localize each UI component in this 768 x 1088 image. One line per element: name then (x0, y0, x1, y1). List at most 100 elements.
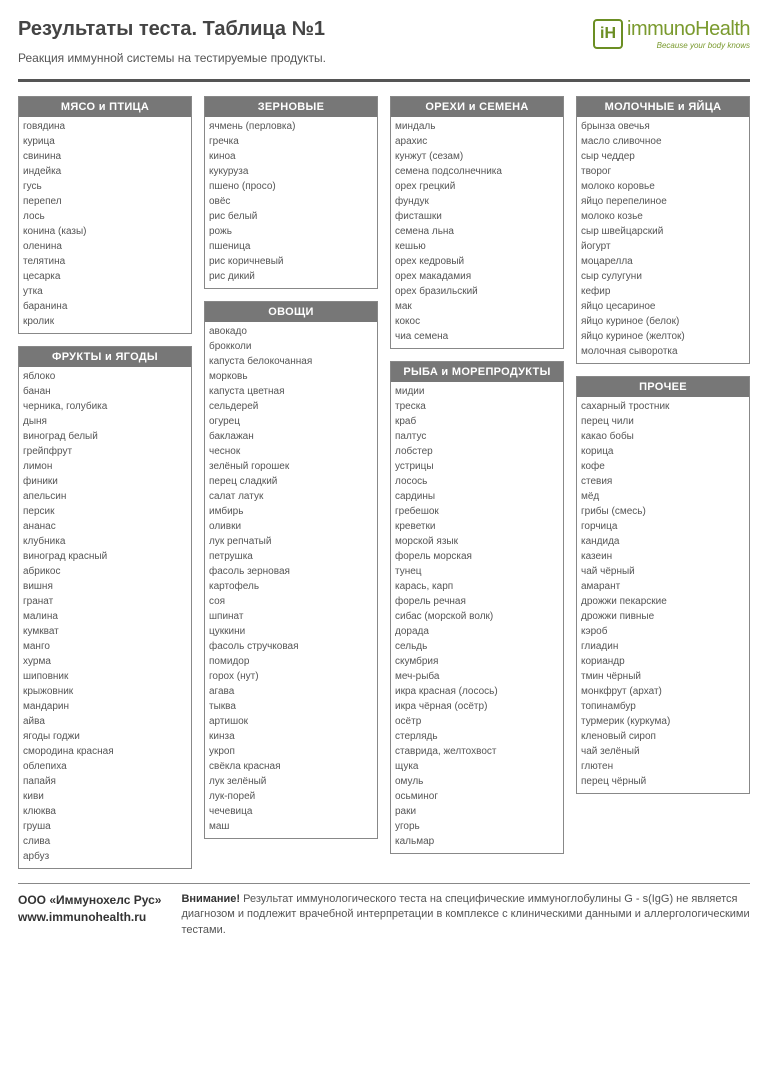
category-dairy: МОЛОЧНЫЕ и ЯЙЦА брынза овечьямасло сливо… (576, 96, 750, 364)
list-item: лук репчатый (209, 534, 373, 549)
list-item: черника, голубика (23, 399, 187, 414)
list-item: арахис (395, 134, 559, 149)
list-item: перепел (23, 194, 187, 209)
list-item: морковь (209, 369, 373, 384)
list-item: слива (23, 834, 187, 849)
list-item: баклажан (209, 429, 373, 444)
column-3: ОРЕХИ и СЕМЕНА миндальарахискунжут (сеза… (390, 96, 564, 869)
column-1: МЯСО и ПТИЦА говядинакурицасвининаиндейк… (18, 96, 192, 869)
list-item: осётр (395, 714, 559, 729)
list-item: корица (581, 444, 745, 459)
list-item: авокадо (209, 324, 373, 339)
list-item: кленовый сироп (581, 729, 745, 744)
list-item: брынза овечья (581, 119, 745, 134)
list-item: банан (23, 384, 187, 399)
logo: iH immunoHealth Because your body knows (593, 18, 750, 50)
list-item: зелёный горошек (209, 459, 373, 474)
list-item: орех грецкий (395, 179, 559, 194)
list-item: арбуз (23, 849, 187, 864)
list-item: гранат (23, 594, 187, 609)
category-body: брынза овечьямасло сливочноесыр чеддертв… (577, 117, 749, 363)
list-item: осьминог (395, 789, 559, 804)
list-item: кешью (395, 239, 559, 254)
list-item: виноград белый (23, 429, 187, 444)
list-item: устрицы (395, 459, 559, 474)
list-item: крыжовник (23, 684, 187, 699)
list-item: молоко коровье (581, 179, 745, 194)
list-item: курица (23, 134, 187, 149)
list-item: кинза (209, 729, 373, 744)
list-item: ставрида, желтохвост (395, 744, 559, 759)
list-item: семена льна (395, 224, 559, 239)
list-item: ананас (23, 519, 187, 534)
list-item: сельдерей (209, 399, 373, 414)
column-2: ЗЕРНОВЫЕ ячмень (перловка)гречкакиноакук… (204, 96, 378, 869)
list-item: агава (209, 684, 373, 699)
company-name: ООО «Иммунохелс Рус» (18, 893, 161, 907)
list-item: мак (395, 299, 559, 314)
list-item: облепиха (23, 759, 187, 774)
category-grains: ЗЕРНОВЫЕ ячмень (перловка)гречкакиноакук… (204, 96, 378, 289)
list-item: сыр швейцарский (581, 224, 745, 239)
list-item: маш (209, 819, 373, 834)
company-website: www.immunohealth.ru (18, 910, 146, 924)
list-item: конина (казы) (23, 224, 187, 239)
category-header: ПРОЧЕЕ (577, 377, 749, 397)
list-item: соя (209, 594, 373, 609)
list-item: смородина красная (23, 744, 187, 759)
category-veg: ОВОЩИ авокадоброкколикапуста белокочанна… (204, 301, 378, 839)
list-item: гребешок (395, 504, 559, 519)
list-item: кориандр (581, 654, 745, 669)
list-item: омуль (395, 774, 559, 789)
list-item: индейка (23, 164, 187, 179)
list-item: дрожжи пекарские (581, 594, 745, 609)
list-item: петрушка (209, 549, 373, 564)
list-item: рис коричневый (209, 254, 373, 269)
category-body: ячмень (перловка)гречкакиноакукурузапшен… (205, 117, 377, 288)
list-item: капуста цветная (209, 384, 373, 399)
list-item: дыня (23, 414, 187, 429)
list-item: лосось (395, 474, 559, 489)
list-item: творог (581, 164, 745, 179)
list-item: яйцо куриное (белок) (581, 314, 745, 329)
list-item: говядина (23, 119, 187, 134)
list-item: горох (нут) (209, 669, 373, 684)
list-item: чай чёрный (581, 564, 745, 579)
list-item: манго (23, 639, 187, 654)
category-header: ОРЕХИ и СЕМЕНА (391, 97, 563, 117)
category-body: яблокобананчерника, голубикадынявиноград… (19, 367, 191, 868)
category-body: миндальарахискунжут (сезам)семена подсол… (391, 117, 563, 348)
list-item: лось (23, 209, 187, 224)
list-item: лук зелёный (209, 774, 373, 789)
list-item: турмерик (куркума) (581, 714, 745, 729)
list-item: яйцо цесариное (581, 299, 745, 314)
list-item: оливки (209, 519, 373, 534)
footer-company: ООО «Иммунохелс Рус» www.immunohealth.ru (18, 892, 161, 938)
list-item: клубника (23, 534, 187, 549)
list-item: фасоль стручковая (209, 639, 373, 654)
list-item: абрикос (23, 564, 187, 579)
list-item: миндаль (395, 119, 559, 134)
list-item: укроп (209, 744, 373, 759)
category-fish: РЫБА и МОРЕПРОДУКТЫ мидиитрескакрабпалту… (390, 361, 564, 854)
list-item: щука (395, 759, 559, 774)
list-item: помидор (209, 654, 373, 669)
list-item: меч-рыба (395, 669, 559, 684)
footer-warning: Внимание! Результат иммунологического те… (181, 892, 750, 938)
page-title: Результаты теста. Таблица №1 (18, 18, 326, 41)
list-item: кефир (581, 284, 745, 299)
list-item: яблоко (23, 369, 187, 384)
list-item: кофе (581, 459, 745, 474)
category-header: ФРУКТЫ и ЯГОДЫ (19, 347, 191, 367)
logo-text: immunoHealth Because your body knows (627, 18, 750, 50)
category-header: МОЛОЧНЫЕ и ЯЙЦА (577, 97, 749, 117)
list-item: пшено (просо) (209, 179, 373, 194)
list-item: фасоль зерновая (209, 564, 373, 579)
list-item: рис дикий (209, 269, 373, 284)
list-item: кальмар (395, 834, 559, 849)
list-item: кокос (395, 314, 559, 329)
list-item: кэроб (581, 624, 745, 639)
list-item: лобстер (395, 444, 559, 459)
list-item: пшеница (209, 239, 373, 254)
list-item: форель речная (395, 594, 559, 609)
